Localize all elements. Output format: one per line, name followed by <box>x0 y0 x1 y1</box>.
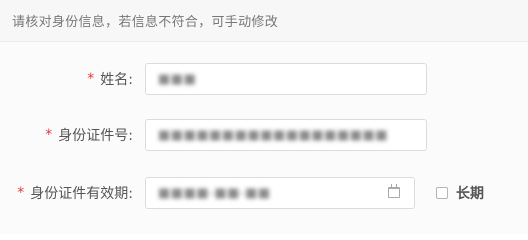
required-mark: * <box>45 127 53 143</box>
name-row: * 姓名: ■■■ <box>0 63 528 95</box>
id-number-value: ■■■■■■■■■■■■■■■■■■ <box>158 127 389 143</box>
id-validity-row: * 身份证件有效期: ■■■■-■■-■■ 长期 <box>0 177 528 209</box>
id-validity-label-group: * 身份证件有效期: <box>17 177 133 209</box>
form-body: * 姓名: ■■■ * 身份证件号: ■■■■■■■■■■■■■■■■■■ * … <box>0 42 528 234</box>
id-number-label-group: * 身份证件号: <box>45 119 133 151</box>
name-value: ■■■ <box>158 71 197 87</box>
id-validity-label: 身份证件有效期: <box>30 186 133 202</box>
notice-text: 请核对身份信息，若信息不符合，可手动修改 <box>12 15 279 30</box>
id-validity-value: ■■■■-■■-■■ <box>158 185 271 201</box>
id-validity-date-input[interactable]: ■■■■-■■-■■ <box>145 177 415 209</box>
notice-bar: 请核对身份信息，若信息不符合，可手动修改 <box>0 0 528 42</box>
name-label: 姓名: <box>100 72 133 88</box>
id-number-label: 身份证件号: <box>58 128 133 144</box>
long-term-label[interactable]: 长期 <box>456 183 484 203</box>
id-number-input[interactable]: ■■■■■■■■■■■■■■■■■■ <box>145 119 427 151</box>
name-label-group: * 姓名: <box>87 63 133 95</box>
id-number-row: * 身份证件号: ■■■■■■■■■■■■■■■■■■ <box>0 119 528 151</box>
required-mark: * <box>17 185 25 201</box>
id-verification-form-page: 请核对身份信息，若信息不符合，可手动修改 * 姓名: ■■■ * 身份证件号: … <box>0 0 528 234</box>
calendar-icon[interactable] <box>388 184 400 198</box>
long-term-checkbox[interactable] <box>436 187 448 199</box>
long-term-checkbox-group[interactable]: 长期 <box>436 177 484 209</box>
name-input[interactable]: ■■■ <box>145 63 427 95</box>
required-mark: * <box>87 71 95 87</box>
